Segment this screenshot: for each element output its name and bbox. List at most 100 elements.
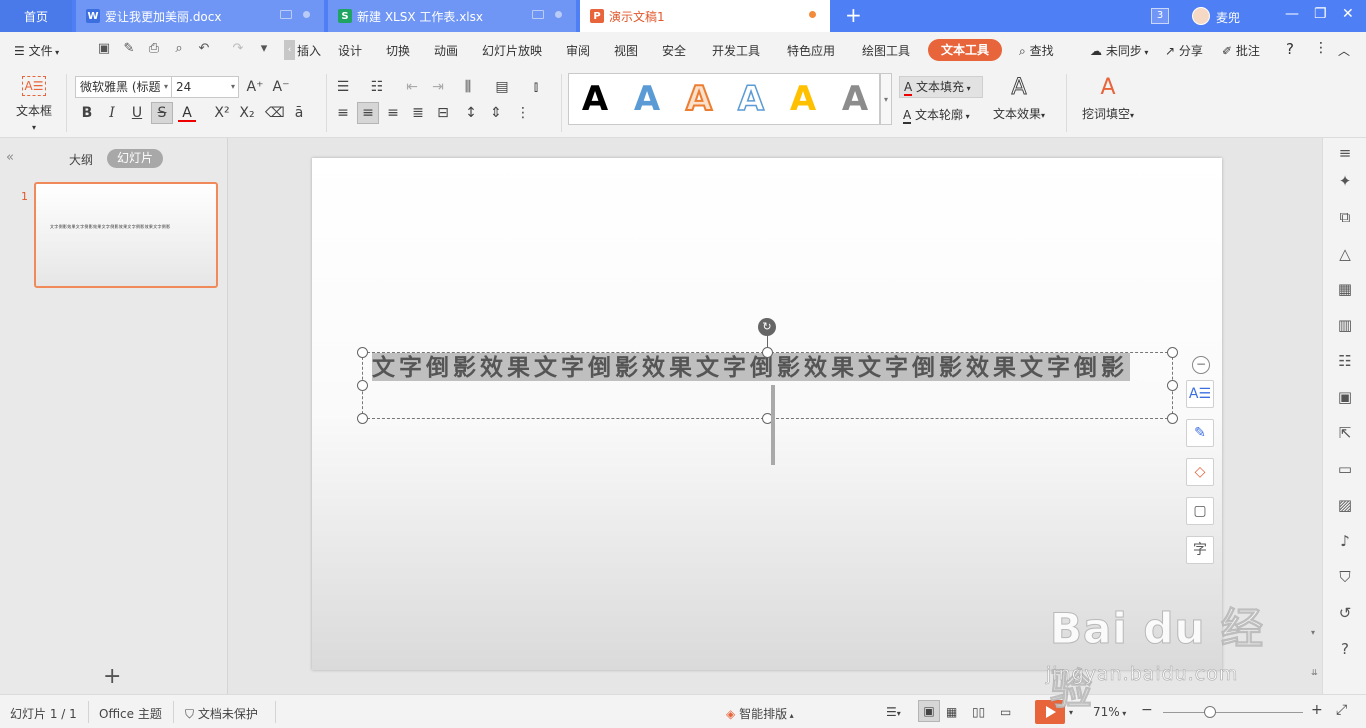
menu-view[interactable]: 视图: [614, 42, 638, 59]
zoom-slider[interactable]: [1163, 712, 1303, 713]
subscript-icon[interactable]: X₂: [238, 104, 256, 122]
eraser-icon[interactable]: ⌫: [265, 104, 285, 122]
tab-ppt[interactable]: P 演示文稿1: [580, 0, 830, 32]
zoom-slider-thumb[interactable]: [1204, 706, 1216, 718]
menu-design[interactable]: 设计: [338, 42, 362, 59]
cloze-button[interactable]: A 挖词填空▾: [1078, 76, 1138, 122]
slide-thumbnail[interactable]: 文字倒影效果文字倒影效果文字倒影效果文字倒影效果文字倒影: [34, 182, 218, 288]
resize-handle-tr[interactable]: [1167, 347, 1178, 358]
unsaved-dot-icon[interactable]: [809, 11, 816, 18]
superscript-icon[interactable]: X²: [213, 104, 231, 122]
grow-font-icon[interactable]: A⁺: [246, 78, 264, 96]
user-name[interactable]: 麦兜: [1216, 9, 1240, 26]
text-style-blue-outline[interactable]: A: [731, 79, 771, 119]
undo-icon[interactable]: ↶: [196, 41, 212, 57]
distribute-icon[interactable]: ⊟: [434, 104, 452, 122]
sorter-view-icon[interactable]: ▦: [946, 705, 957, 719]
customize-icon[interactable]: ▾: [256, 41, 272, 57]
history-icon[interactable]: ↺: [1336, 604, 1354, 622]
comment-button[interactable]: ✐ 批注: [1222, 42, 1260, 59]
export-icon[interactable]: ⇱: [1336, 424, 1354, 442]
pen-icon[interactable]: ✎: [1186, 419, 1214, 447]
font-name-select[interactable]: 微软雅黑 (标题 ▾: [75, 76, 172, 98]
text-effects-button[interactable]: A 文本效果▾: [989, 75, 1049, 122]
collapse-panel-icon[interactable]: «: [6, 150, 14, 165]
play-options-icon[interactable]: ▾: [1069, 708, 1073, 717]
align-right-icon[interactable]: ≡: [384, 104, 402, 122]
close-icon[interactable]: [303, 11, 310, 18]
vertical-scrollbar[interactable]: ▾ ⇊: [1308, 138, 1322, 694]
shape-icon[interactable]: △: [1336, 245, 1354, 263]
theme-name[interactable]: Office 主题: [99, 705, 162, 722]
format-painter-icon[interactable]: ✎: [121, 41, 137, 57]
tab-doc[interactable]: W 爱让我更加美丽.docx: [76, 0, 324, 32]
tab-home[interactable]: 首页: [0, 0, 72, 32]
font-color-icon[interactable]: A: [178, 104, 196, 122]
para-settings-icon[interactable]: ⋮: [514, 104, 532, 122]
close-icon[interactable]: [555, 11, 562, 18]
menu-transition[interactable]: 切换: [386, 42, 410, 59]
menu-animation[interactable]: 动画: [434, 42, 458, 59]
redo-icon[interactable]: ↷: [230, 41, 246, 57]
columns-icon[interactable]: ⫾: [527, 78, 545, 96]
align-left-icon[interactable]: ≡: [334, 104, 352, 122]
slide-canvas[interactable]: ↻ 文字倒影效果文字倒影效果文字倒影效果文字倒影效果文字倒影: [312, 158, 1222, 670]
font-size-select[interactable]: 24 ▾: [171, 76, 239, 98]
image-copy-icon[interactable]: ▣: [1336, 388, 1354, 406]
monitor-icon[interactable]: [280, 10, 292, 19]
sidebar-menu-icon[interactable]: ≡: [1336, 144, 1354, 162]
scroll-down-icon[interactable]: ▾: [1311, 628, 1315, 637]
para-spacing-icon[interactable]: ⇕: [487, 104, 505, 122]
align-center-icon[interactable]: ≡: [357, 102, 379, 124]
resize-handle-tl[interactable]: [357, 347, 368, 358]
char-spacing-icon[interactable]: ā: [290, 104, 308, 122]
add-slide-button[interactable]: +: [103, 664, 121, 689]
resize-handle-ml[interactable]: [357, 380, 368, 391]
bullet-list-icon[interactable]: ☰: [334, 78, 352, 96]
zoom-in-icon[interactable]: +: [1311, 702, 1323, 718]
print-preview-icon[interactable]: ⌕: [171, 41, 187, 57]
text-outline-button[interactable]: A 文本轮廓 ▾: [903, 106, 970, 124]
more-icon[interactable]: ⋮: [1314, 40, 1328, 56]
page-down-icon[interactable]: ⇊: [1311, 668, 1318, 677]
gallery-scroll-icon[interactable]: ▾: [880, 73, 892, 125]
strikethrough-icon[interactable]: S: [151, 102, 173, 124]
smart-layout-button[interactable]: ◈ 智能排版 ▴: [726, 705, 794, 722]
shield-icon[interactable]: ⛉: [1336, 568, 1354, 586]
resize-handle-br[interactable]: [1167, 413, 1178, 424]
fill-icon[interactable]: ◇: [1186, 458, 1214, 486]
avatar[interactable]: [1192, 7, 1210, 25]
archive-icon[interactable]: ▭: [1336, 460, 1354, 478]
textbox-button[interactable]: A☰ 文本框▾: [14, 76, 54, 133]
tab-slides[interactable]: 幻灯片: [107, 149, 163, 168]
text-style-orange-outline[interactable]: A: [679, 79, 719, 119]
resize-handle-bl[interactable]: [357, 413, 368, 424]
text-style-black[interactable]: A: [575, 80, 615, 118]
rotate-icon[interactable]: ↻: [758, 318, 776, 336]
settings-sliders-icon[interactable]: ☷: [1336, 352, 1354, 370]
text-style-gray[interactable]: A: [835, 80, 875, 118]
window-count-badge[interactable]: 3: [1151, 8, 1169, 24]
text-style-gold[interactable]: A: [783, 80, 823, 118]
share-button[interactable]: ↗ 分享: [1165, 42, 1203, 59]
slide-text[interactable]: 文字倒影效果文字倒影效果文字倒影效果文字倒影效果文字倒影: [372, 353, 1130, 381]
sync-button[interactable]: ☁ 未同步 ▾: [1090, 42, 1148, 59]
menu-security[interactable]: 安全: [662, 42, 686, 59]
help-circle-icon[interactable]: ?: [1336, 640, 1354, 658]
play-button[interactable]: [1035, 700, 1065, 724]
audio-icon[interactable]: ♪: [1336, 532, 1354, 550]
menu-file[interactable]: ☰ 文件 ▾: [14, 42, 59, 59]
add-tab-button[interactable]: +: [845, 4, 862, 26]
copy-icon[interactable]: ⧉: [1336, 208, 1354, 226]
picture-icon[interactable]: ▨: [1336, 496, 1354, 514]
presenter-view-icon[interactable]: ▭: [1000, 705, 1011, 719]
print-icon[interactable]: ⎙: [146, 41, 162, 57]
justify-icon[interactable]: ≣: [409, 104, 427, 122]
text-style-float-icon[interactable]: A☰: [1186, 380, 1214, 408]
protect-status[interactable]: ⛉ 文档未保护: [185, 705, 258, 722]
magic-icon[interactable]: ✦: [1336, 172, 1354, 190]
line-spacing-icon[interactable]: ↕: [462, 104, 480, 122]
resize-handle-tc[interactable]: [762, 347, 773, 358]
collapse-float-icon[interactable]: −: [1192, 356, 1210, 374]
restore-icon[interactable]: ❐: [1314, 6, 1327, 22]
